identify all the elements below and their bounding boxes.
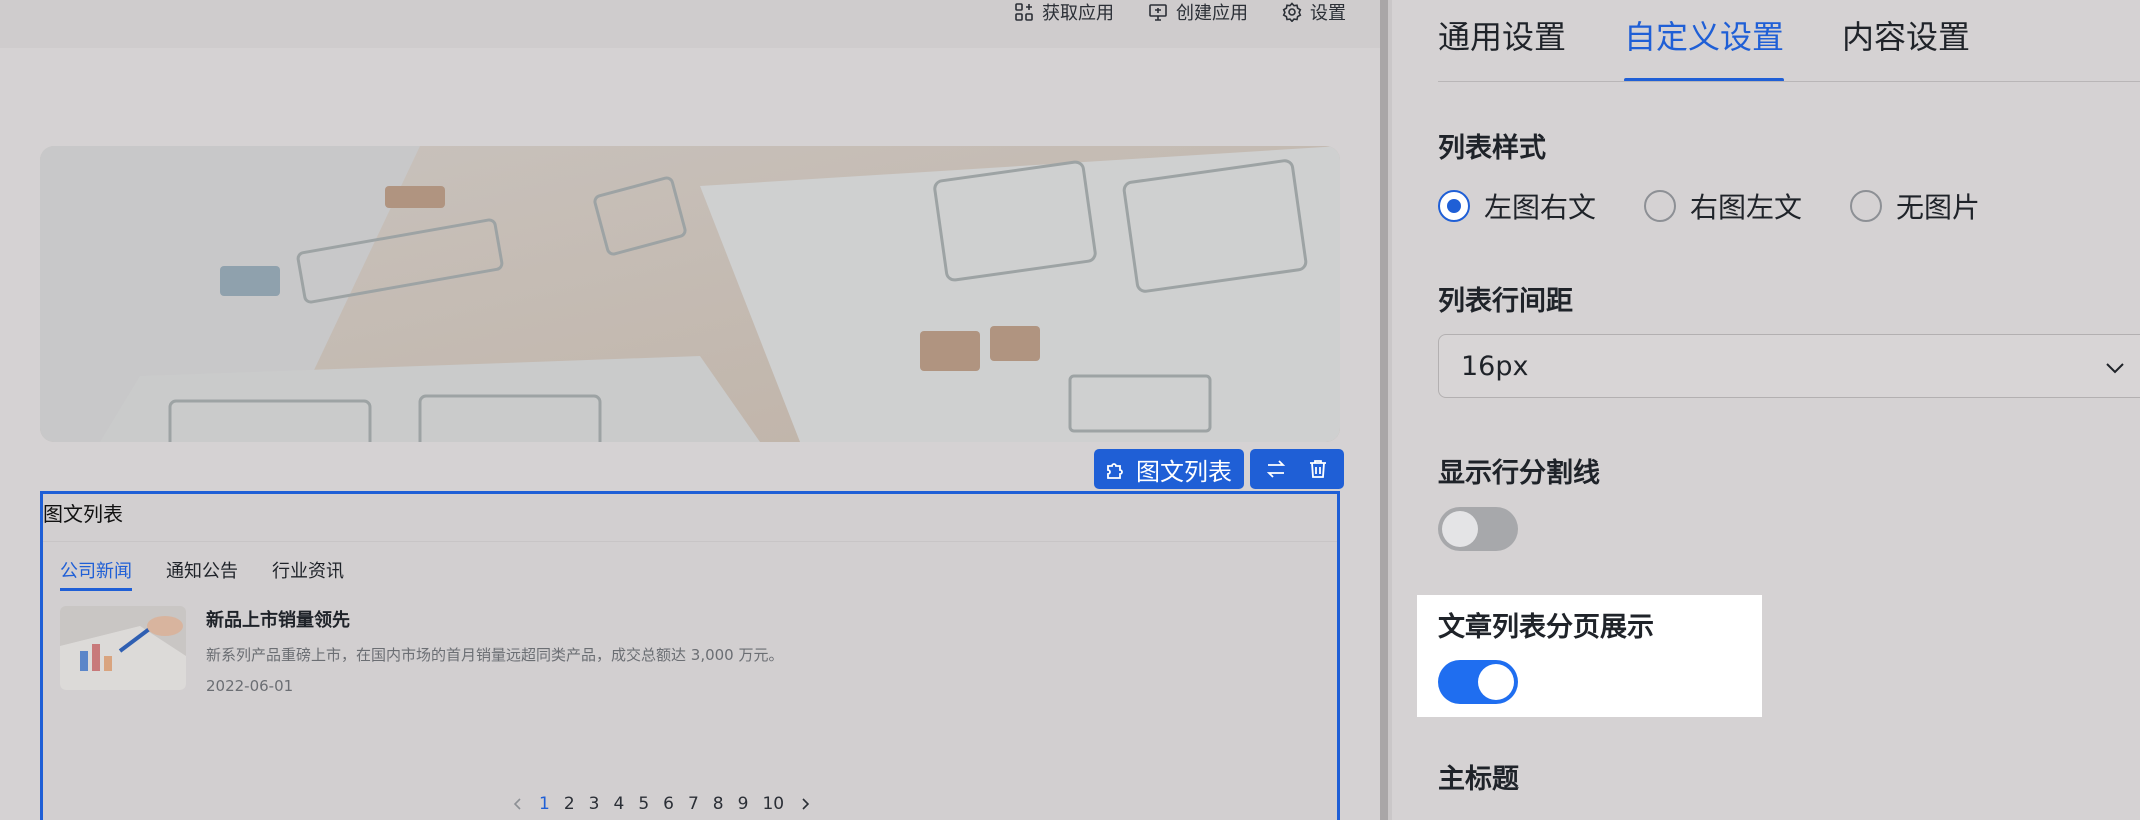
widget-tabs: 公司新闻 通知公告 行业资讯 <box>60 557 344 591</box>
radio-image-right[interactable]: 右图左文 <box>1644 186 1802 226</box>
radio-unchecked-icon <box>1850 190 1883 222</box>
page-4[interactable]: 4 <box>613 794 624 814</box>
page-1[interactable]: 1 <box>539 794 550 814</box>
toggle-knob <box>1442 511 1478 547</box>
radio-image-left[interactable]: 左图右文 <box>1438 186 1596 226</box>
settings-button[interactable]: 设置 <box>1282 0 1346 25</box>
article-description: 新系列产品重磅上市，在国内市场的首月销量远超同类产品，成交总额达 3,000 万… <box>206 646 784 664</box>
radio-checked-icon <box>1438 190 1470 222</box>
widget-title: 图文列表 <box>43 494 1337 542</box>
list-style-label: 列表样式 <box>1438 133 1546 164</box>
pagination: 1 2 3 4 5 6 7 8 9 10 <box>511 794 812 814</box>
tab-general-settings[interactable]: 通用设置 <box>1438 0 1566 82</box>
editor-canvas: 获取应用 创建应用 设置 图文列表 图文列表 公司新闻 通知公告 行业资讯 新品… <box>0 0 1380 820</box>
trash-icon[interactable] <box>1306 457 1330 481</box>
row-divider-label: 显示行分割线 <box>1438 458 1600 489</box>
create-app-button[interactable]: 创建应用 <box>1148 0 1248 25</box>
radio-label: 无图片 <box>1896 191 1981 224</box>
get-app-label: 获取应用 <box>1042 3 1114 24</box>
article-list-widget[interactable]: 图文列表 公司新闻 通知公告 行业资讯 新品上市销量领先 新系列产品重磅上市，在… <box>40 491 1340 820</box>
page-3[interactable]: 3 <box>589 794 600 814</box>
main-title-label: 主标题 <box>1438 764 1519 795</box>
chevron-down-icon <box>2106 363 2124 374</box>
radio-label: 右图左文 <box>1690 191 1803 224</box>
radio-no-image[interactable]: 无图片 <box>1850 186 1980 226</box>
prev-page-icon[interactable] <box>511 797 525 811</box>
article-title[interactable]: 新品上市销量领先 <box>206 606 783 632</box>
page-5[interactable]: 5 <box>638 794 649 814</box>
next-page-icon[interactable] <box>798 797 812 811</box>
monitor-icon <box>1149 4 1167 21</box>
banner-image[interactable] <box>40 146 1340 442</box>
component-actions <box>1250 449 1344 489</box>
puzzle-icon <box>1107 463 1123 479</box>
article-text: 新品上市销量领先 新系列产品重磅上市，在国内市场的首月销量远超同类产品，成交总额… <box>206 606 783 695</box>
pagination-setting-label: 文章列表分页展示 <box>1438 612 1654 643</box>
page-7[interactable]: 7 <box>688 794 699 814</box>
toggle-knob <box>1478 664 1514 700</box>
row-spacing-label: 列表行间距 <box>1438 286 1573 317</box>
article-date: 2022-06-01 <box>206 677 294 695</box>
row-divider-toggle[interactable] <box>1438 507 1518 551</box>
create-app-label: 创建应用 <box>1176 3 1248 24</box>
pagination-toggle[interactable] <box>1438 660 1518 704</box>
get-app-button[interactable]: 获取应用 <box>1014 0 1114 25</box>
tab-industry-news[interactable]: 行业资讯 <box>272 557 344 591</box>
tab-company-news[interactable]: 公司新闻 <box>60 557 132 591</box>
tab-custom-settings[interactable]: 自定义设置 <box>1624 0 1785 82</box>
topbar-actions: 获取应用 创建应用 设置 <box>1014 0 1346 24</box>
settings-label: 设置 <box>1310 3 1346 24</box>
list-item[interactable]: 新品上市销量领先 新系列产品重磅上市，在国内市场的首月销量远超同类产品，成交总额… <box>60 606 783 695</box>
app-grid-icon <box>1015 3 1033 21</box>
page-9[interactable]: 9 <box>738 794 749 814</box>
radio-label: 左图右文 <box>1484 191 1597 224</box>
page-2[interactable]: 2 <box>564 794 575 814</box>
component-toolbar: 图文列表 <box>1094 449 1344 489</box>
swap-icon[interactable] <box>1264 457 1288 481</box>
component-type-label: 图文列表 <box>1136 457 1232 486</box>
page-10[interactable]: 10 <box>762 794 784 814</box>
page-6[interactable]: 6 <box>663 794 674 814</box>
list-style-radio-group: 左图右文 右图左文 无图片 <box>1438 186 1980 226</box>
row-spacing-select[interactable]: 16px <box>1438 334 2140 398</box>
tab-notices[interactable]: 通知公告 <box>166 557 238 591</box>
tab-content-settings[interactable]: 内容设置 <box>1842 0 1970 82</box>
article-thumbnail <box>60 606 186 690</box>
gear-icon <box>1282 2 1302 22</box>
settings-tabs: 通用设置 自定义设置 内容设置 <box>1438 0 1970 82</box>
row-spacing-value: 16px <box>1461 350 1529 382</box>
editor-topbar: 获取应用 创建应用 设置 <box>0 0 1380 48</box>
component-type-button[interactable]: 图文列表 <box>1094 449 1244 489</box>
radio-unchecked-icon <box>1644 190 1677 222</box>
page-8[interactable]: 8 <box>713 794 724 814</box>
tabs-underline <box>1438 81 2140 82</box>
panel-divider[interactable] <box>1380 0 1388 820</box>
banner-illustration <box>40 146 1340 442</box>
